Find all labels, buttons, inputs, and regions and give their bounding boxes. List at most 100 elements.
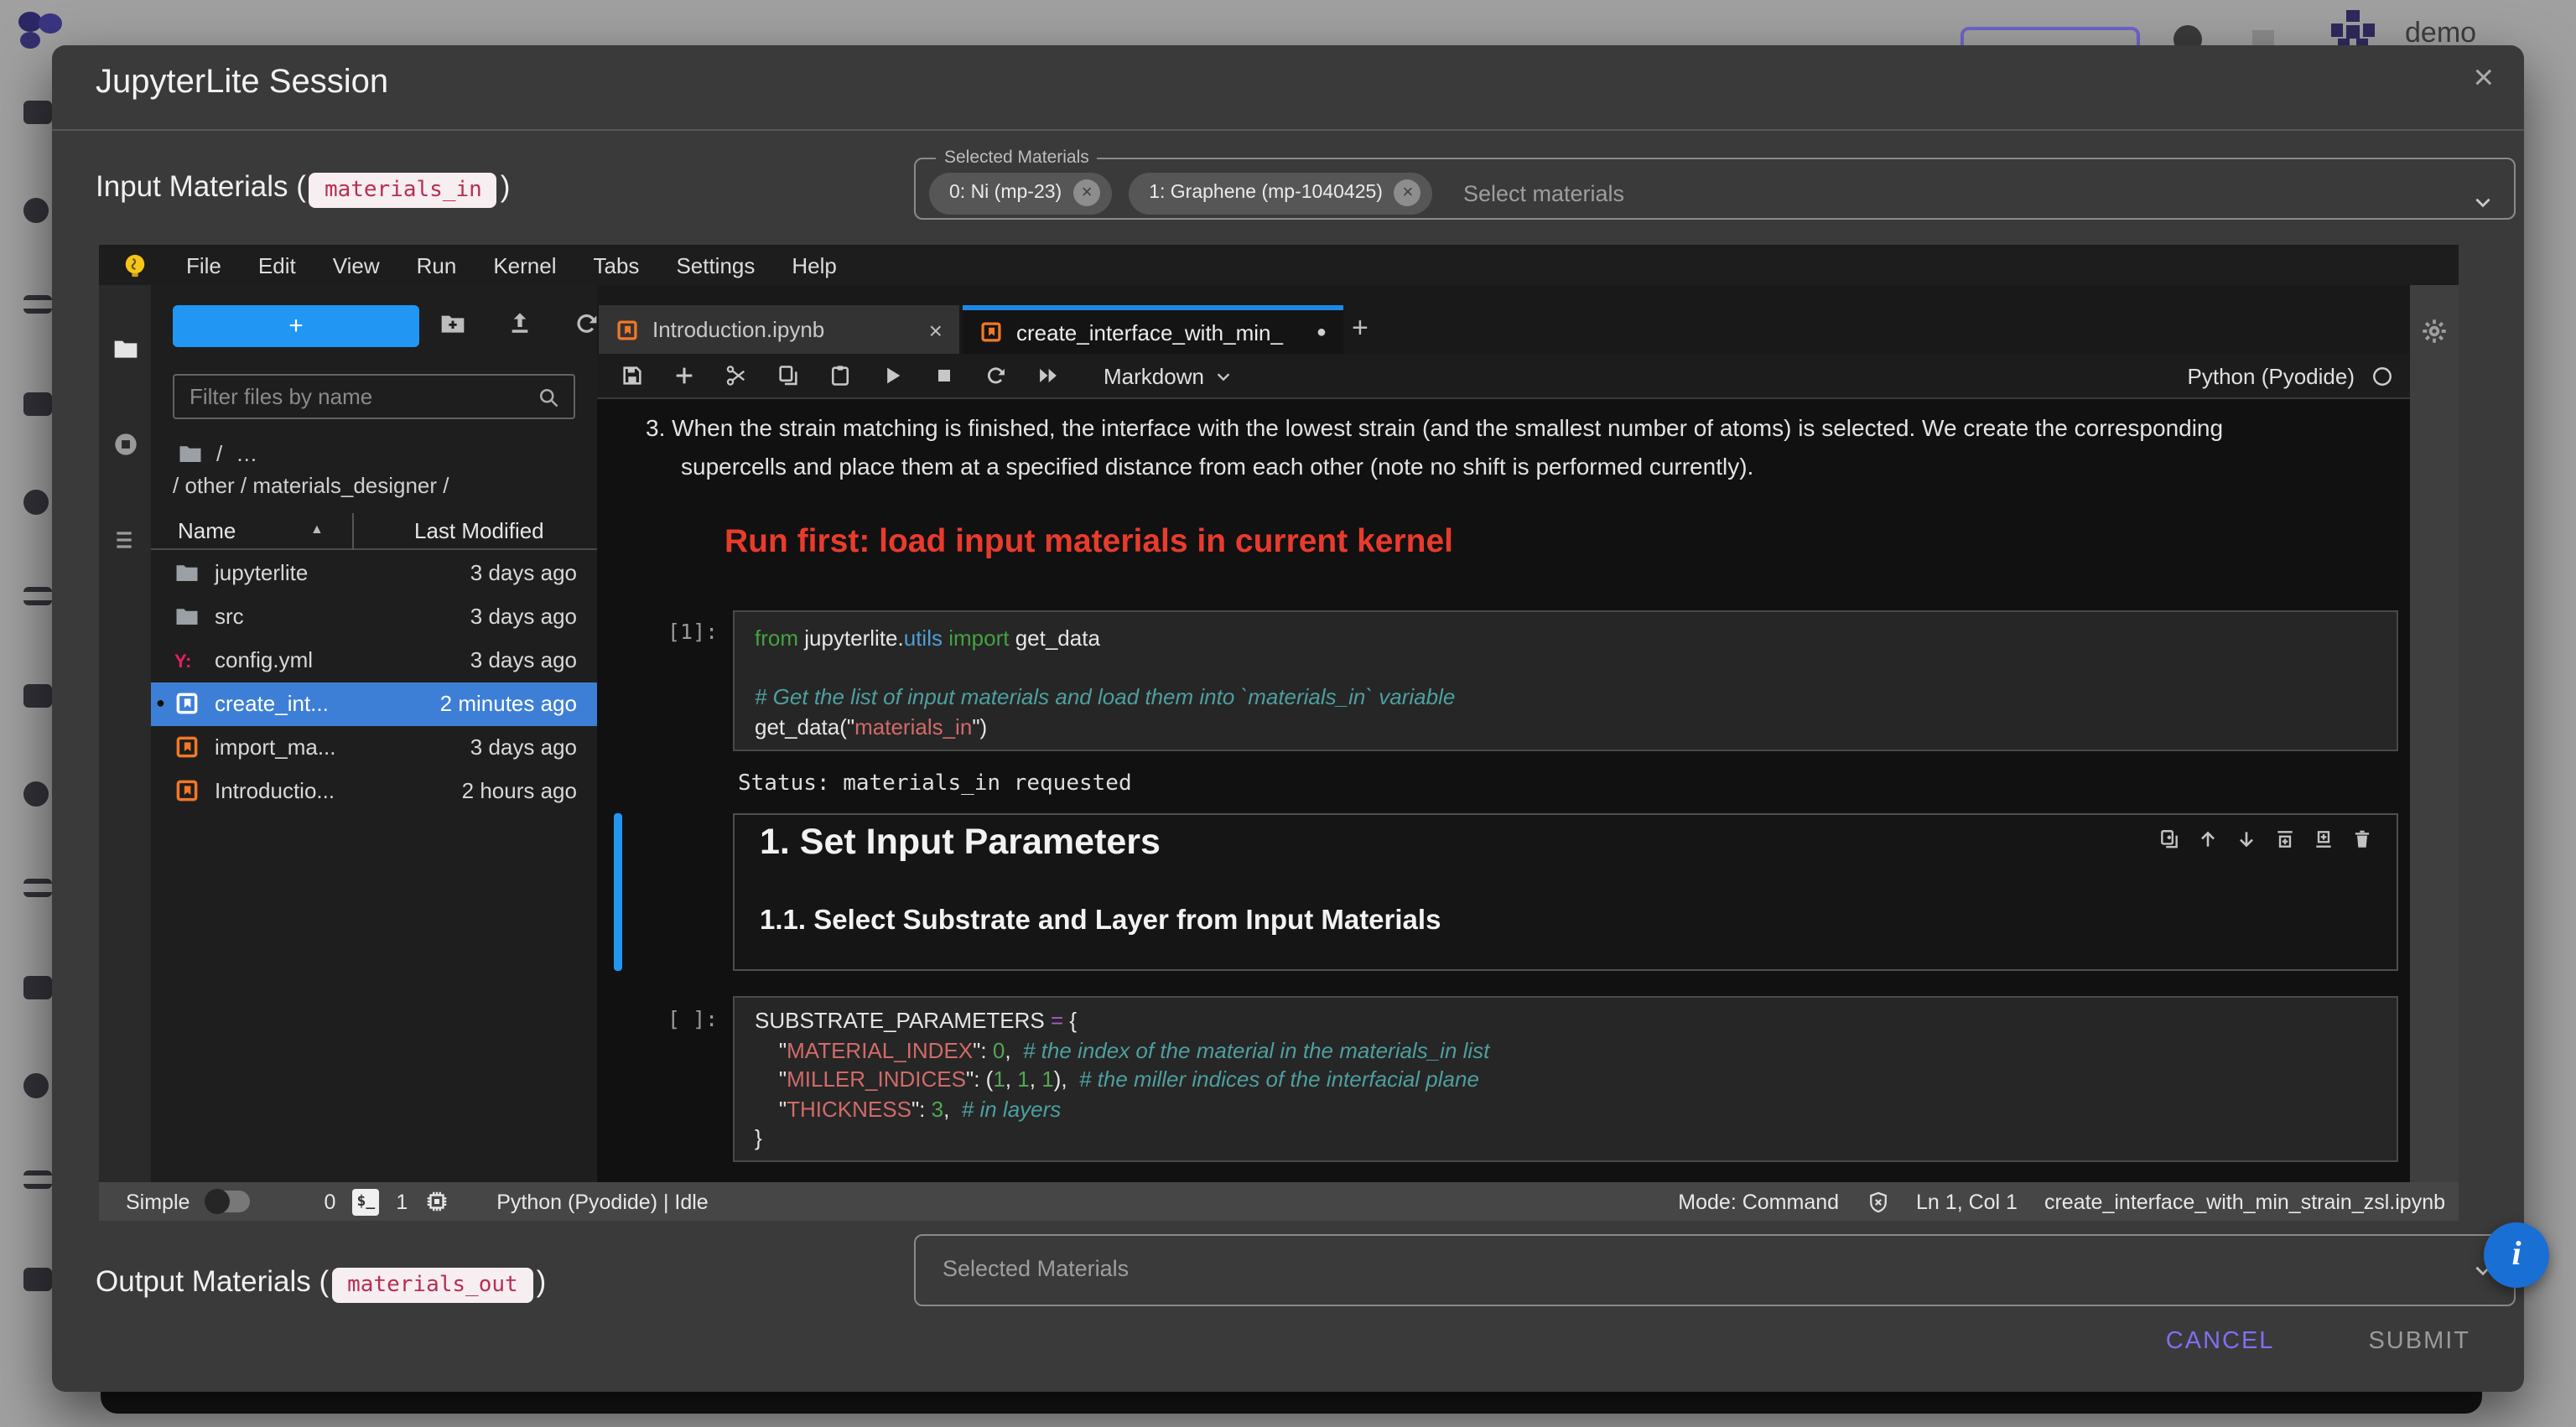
material-chip-label: 0: Ni (mp-23)	[949, 183, 1062, 203]
copy-icon[interactable]	[776, 364, 800, 387]
cancel-button[interactable]: CANCEL	[2156, 1326, 2285, 1357]
menu-edit[interactable]: Edit	[240, 252, 314, 278]
tab-introduction-ipynb[interactable]: Introduction.ipynb×	[599, 305, 959, 354]
new-launcher-button[interactable]: +	[173, 305, 419, 347]
kernel-name[interactable]: Python (Pyodide)	[2188, 363, 2355, 388]
run-first-heading: Run first: load input materials in curre…	[724, 523, 1453, 562]
new-folder-icon[interactable]	[439, 310, 466, 337]
menu-run[interactable]: Run	[398, 252, 475, 278]
chevron-down-icon[interactable]	[2472, 191, 2494, 213]
execution-count: [1]:	[667, 619, 718, 644]
breadcrumb-separator: /	[216, 441, 222, 466]
materials-in-variable: materials_in	[309, 173, 497, 208]
stop-icon[interactable]	[932, 364, 956, 387]
menu-kernel[interactable]: Kernel	[475, 252, 574, 278]
menu-settings[interactable]: Settings	[657, 252, 773, 278]
material-chip[interactable]: 1: Graphene (mp-1040425)×	[1129, 172, 1433, 214]
tab-create-interface-with-min-[interactable]: create_interface_with_min_●	[963, 305, 1343, 354]
upload-icon[interactable]	[506, 310, 533, 337]
gear-icon[interactable]	[2422, 319, 2447, 344]
insert-cell-icon[interactable]	[673, 364, 696, 387]
column-last-modified[interactable]: Last Modified	[414, 518, 544, 543]
file-modified: 2 minutes ago	[440, 691, 577, 716]
cell-type-dropdown[interactable]: Markdown	[1104, 363, 1233, 388]
insert-cell-above-icon[interactable]	[2274, 828, 2296, 850]
input-materials-label: Input Materials (materials_in)	[96, 169, 510, 205]
menu-file[interactable]: File	[168, 252, 240, 278]
close-icon[interactable]: ×	[929, 316, 943, 343]
file-row[interactable]: Introductio...2 hours ago	[151, 770, 597, 813]
cursor-position[interactable]: Ln 1, Col 1	[1916, 1190, 2018, 1213]
file-row[interactable]: Y: config.yml 3 days ago	[151, 639, 597, 682]
cut-icon[interactable]	[724, 364, 748, 387]
material-chip[interactable]: 0: Ni (mp-23) ×	[929, 172, 1112, 214]
markdown-paragraph: 3. When the strain matching is finished,…	[646, 409, 2309, 486]
folder-file-icon	[174, 604, 200, 629]
background-sidebar-icon	[23, 879, 52, 897]
screen: demo JupyterLite Session × Input Materia…	[0, 0, 2576, 1427]
section-heading: 1. Set Input Parameters	[760, 822, 1161, 864]
home-folder-icon[interactable]	[178, 441, 203, 466]
simple-mode-label: Simple	[126, 1190, 190, 1213]
restart-icon[interactable]	[984, 364, 1008, 387]
yaml-file-icon: Y:	[174, 647, 200, 672]
submit-button[interactable]: SUBMIT	[2358, 1326, 2480, 1357]
background-sidebar-icon	[23, 587, 52, 605]
tab-bar: Introduction.ipynb×create_interface_with…	[597, 285, 2410, 354]
selected-materials-output[interactable]: Selected Materials	[914, 1234, 2516, 1306]
input-materials-suffix: )	[501, 169, 511, 203]
breadcrumb[interactable]: / other / materials_designer /	[173, 473, 449, 498]
save-icon[interactable]	[621, 364, 644, 387]
file-name: src	[215, 604, 244, 629]
file-browser-icon[interactable]	[112, 335, 139, 362]
table-of-contents-icon[interactable]	[112, 527, 139, 553]
filter-files-input[interactable]: Filter files by name	[173, 374, 575, 419]
sort-asc-icon[interactable]: ▲	[310, 522, 324, 537]
running-sessions-icon[interactable]	[112, 431, 139, 458]
chip-delete-icon[interactable]: ×	[1394, 179, 1421, 206]
code-cell-input[interactable]: SUBSTRATE_PARAMETERS = { "MATERIAL_INDEX…	[733, 996, 2398, 1162]
run-icon[interactable]	[880, 364, 904, 387]
menu-view[interactable]: View	[314, 252, 398, 278]
background-sidebar-icon	[23, 1073, 49, 1098]
paste-icon[interactable]	[828, 364, 852, 387]
output-materials-suffix: )	[537, 1264, 547, 1298]
menu-help[interactable]: Help	[773, 252, 855, 278]
close-icon[interactable]: ×	[2473, 60, 2494, 96]
kernels-count[interactable]: 1	[396, 1190, 408, 1213]
new-tab-button[interactable]: +	[1352, 312, 1368, 345]
file-row[interactable]: jupyterlite3 days ago	[151, 552, 597, 595]
move-down-icon[interactable]	[2236, 828, 2257, 850]
file-row[interactable]: ●create_int...2 minutes ago	[151, 682, 597, 726]
chip-delete-icon[interactable]: ×	[1073, 179, 1100, 206]
notebook-file-icon	[174, 734, 200, 760]
move-up-icon[interactable]	[2197, 828, 2219, 850]
menu-tabs[interactable]: Tabs	[575, 252, 658, 278]
file-modified: 3 days ago	[470, 647, 577, 672]
kernel-status-text[interactable]: Python (Pyodide) | Idle	[496, 1190, 708, 1213]
code-cell-input[interactable]: from jupyterlite.utils import get_data #…	[733, 610, 2398, 751]
markdown-cell-selected[interactable]: 1. Set Input Parameters 1.1. Select Subs…	[733, 813, 2398, 971]
selected-materials-input[interactable]: Selected Materials 0: Ni (mp-23)×1: Grap…	[914, 148, 2516, 220]
insert-cell-below-icon[interactable]	[2313, 828, 2334, 850]
breadcrumb-ellipsis[interactable]: …	[236, 441, 257, 466]
file-modified: 2 hours ago	[462, 778, 577, 803]
file-name: config.yml	[215, 647, 313, 672]
info-button[interactable]: i	[2484, 1222, 2549, 1288]
file-row[interactable]: src3 days ago	[151, 595, 597, 639]
run-all-icon[interactable]	[1036, 364, 1060, 387]
duplicate-cell-icon[interactable]	[2158, 828, 2180, 850]
subsection-heading: 1.1. Select Substrate and Layer from Inp…	[760, 905, 1441, 937]
terminals-count[interactable]: 0	[324, 1190, 335, 1213]
notebook-file-icon	[174, 778, 200, 803]
info-icon: i	[2511, 1236, 2521, 1274]
column-divider	[352, 513, 354, 550]
delete-cell-icon[interactable]	[2351, 828, 2373, 850]
selected-materials-legend: Selected Materials	[936, 148, 1098, 168]
simple-mode-toggle[interactable]	[206, 1191, 250, 1212]
column-name[interactable]: Name	[178, 518, 236, 543]
file-name: create_int...	[215, 691, 329, 716]
file-name: import_ma...	[215, 734, 336, 760]
notebook-content: 3. When the strain matching is finished,…	[597, 399, 2410, 1182]
file-row[interactable]: import_ma...3 days ago	[151, 726, 597, 770]
